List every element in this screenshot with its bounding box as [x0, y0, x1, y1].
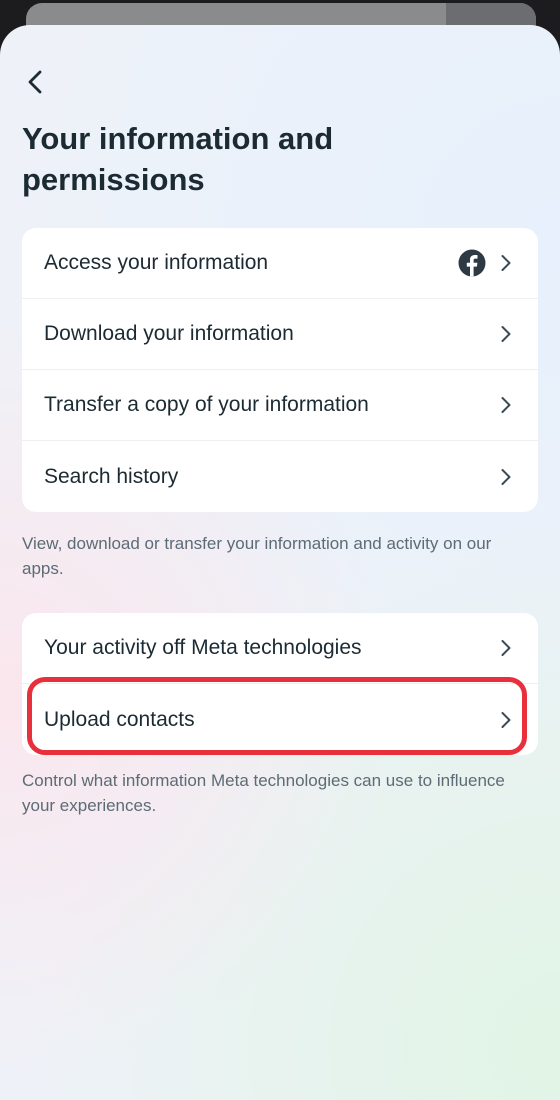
- information-card: Access your information Download your in…: [22, 228, 538, 512]
- search-history-item[interactable]: Search history: [22, 441, 538, 512]
- chevron-right-icon: [501, 711, 511, 728]
- upload-contacts-item[interactable]: Upload contacts: [22, 684, 538, 755]
- facebook-icon: [458, 249, 486, 277]
- page-title: Your information and permissions: [22, 121, 334, 197]
- chevron-left-icon: [28, 70, 42, 94]
- list-item-label: Your activity off Meta technologies: [44, 636, 362, 659]
- list-item-label: Search history: [44, 464, 179, 488]
- download-your-information-item[interactable]: Download your information: [22, 299, 538, 370]
- permissions-caption: Control what information Meta technologi…: [22, 771, 505, 815]
- activity-off-meta-item[interactable]: Your activity off Meta technologies: [22, 613, 538, 684]
- list-item-label: Upload contacts: [44, 707, 195, 731]
- list-item-label: Access your information: [44, 251, 269, 274]
- information-caption: View, download or transfer your informat…: [22, 534, 492, 578]
- chevron-right-icon: [501, 397, 511, 413]
- chevron-right-icon: [501, 640, 511, 656]
- chevron-right-icon: [501, 468, 511, 485]
- list-item-label: Download your information: [44, 322, 294, 345]
- bottom-sheet: Your information and permissions Access …: [0, 25, 560, 1100]
- back-button[interactable]: [18, 65, 52, 99]
- chevron-right-icon: [501, 255, 511, 271]
- access-your-information-item[interactable]: Access your information: [22, 228, 538, 299]
- permissions-card: Your activity off Meta technologies Uplo…: [22, 613, 538, 755]
- chevron-right-icon: [501, 326, 511, 342]
- list-item-label: Transfer a copy of your information: [44, 393, 369, 416]
- transfer-a-copy-item[interactable]: Transfer a copy of your information: [22, 370, 538, 441]
